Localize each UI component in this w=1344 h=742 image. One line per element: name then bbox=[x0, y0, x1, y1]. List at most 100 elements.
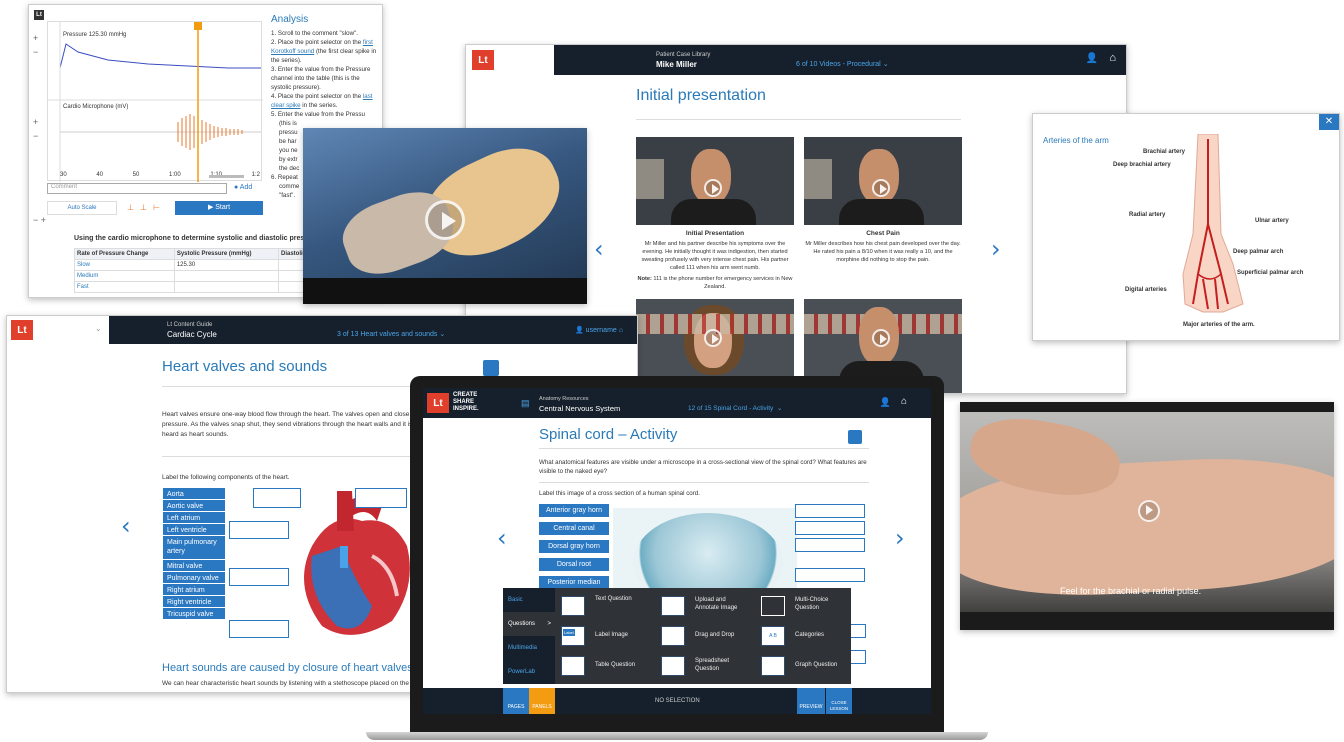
close-icon[interactable]: ✕ bbox=[1319, 114, 1339, 130]
qt-spreadsheet[interactable]: Spreadsheet Question bbox=[661, 654, 757, 680]
qt-graph-question[interactable]: Graph Question bbox=[761, 654, 851, 680]
drop-box[interactable] bbox=[795, 538, 865, 552]
user-menu[interactable]: 👤 username ⌂ bbox=[575, 326, 623, 334]
book-icon: ▤ bbox=[521, 398, 530, 408]
table-input[interactable] bbox=[173, 281, 280, 293]
artery-label: Digital arteries bbox=[1125, 287, 1167, 293]
editor-footer: PAGES PANELS NO SELECTION PREVIEW CLOSE … bbox=[423, 688, 931, 714]
prev-arrow[interactable]: ‹ bbox=[497, 524, 507, 552]
play-icon[interactable] bbox=[1138, 500, 1160, 522]
drag-label[interactable]: Aortic valve bbox=[163, 500, 225, 512]
video-thumb-2[interactable] bbox=[804, 137, 962, 225]
autoscale-button[interactable]: Auto Scale bbox=[47, 201, 117, 215]
drop-box[interactable] bbox=[795, 568, 865, 582]
start-button[interactable]: ▶ Start bbox=[175, 201, 263, 215]
drop-box[interactable] bbox=[795, 521, 865, 535]
qt-multi-choice[interactable]: Multi-Choice Question bbox=[761, 594, 851, 620]
panels-button[interactable]: PANELS bbox=[529, 688, 555, 714]
close-lesson-button[interactable]: CLOSE LESSON bbox=[826, 688, 852, 714]
video-text-2: Mr Miller describes how his chest pain d… bbox=[805, 241, 961, 263]
drag-label[interactable]: Dorsal root bbox=[539, 558, 609, 572]
play-icon[interactable] bbox=[872, 329, 890, 347]
section-label: Central Nervous System bbox=[539, 404, 621, 413]
comment-input[interactable]: Comment bbox=[47, 183, 227, 194]
video-thumb-1[interactable] bbox=[636, 137, 794, 225]
add-comment-button[interactable]: ● Add bbox=[234, 184, 252, 191]
drop-box[interactable] bbox=[795, 504, 865, 518]
drag-label[interactable]: Central canal bbox=[539, 522, 609, 536]
drag-label[interactable]: Mitral valve bbox=[163, 560, 225, 572]
drag-label[interactable]: Anterior gray horn bbox=[539, 504, 609, 518]
drag-label[interactable]: Left atrium bbox=[163, 512, 225, 524]
lesson-tab[interactable]: 3 of 13 Heart valves and sounds ⌄ bbox=[337, 330, 445, 338]
home-icon[interactable]: ⌂ bbox=[1109, 52, 1116, 64]
drag-label[interactable]: Right atrium bbox=[163, 584, 225, 596]
drag-label[interactable]: Pulmonary valve bbox=[163, 572, 225, 584]
selector-icons[interactable]: ⊥⊥⊢ bbox=[119, 201, 174, 215]
table-header: Systolic Pressure (mmHg) bbox=[173, 248, 280, 260]
home-icon[interactable]: ⌂ bbox=[901, 396, 907, 407]
drag-label[interactable]: Tricuspid valve bbox=[163, 608, 225, 620]
menu-multimedia[interactable]: Multimedia bbox=[503, 636, 555, 660]
drag-label[interactable]: Main pulmonary artery bbox=[163, 536, 225, 560]
text-question-icon bbox=[561, 596, 585, 616]
scroll-thumb[interactable] bbox=[209, 175, 244, 178]
edit-icon[interactable] bbox=[483, 360, 499, 376]
qt-drag-drop[interactable]: Drag and Drop bbox=[661, 624, 757, 650]
qt-upload-annotate[interactable]: Upload and Annotate Image bbox=[661, 594, 757, 620]
divider bbox=[539, 482, 869, 483]
prev-arrow[interactable]: ‹ bbox=[121, 512, 131, 540]
menu-questions[interactable]: Questions > bbox=[503, 612, 555, 636]
drop-box[interactable] bbox=[229, 568, 289, 586]
qt-table-question[interactable]: Table Question bbox=[561, 654, 657, 680]
menu-powerlab[interactable]: PowerLab bbox=[503, 660, 555, 684]
next-arrow[interactable]: › bbox=[991, 235, 1001, 263]
instruction: Label the following components of the he… bbox=[162, 474, 290, 481]
drop-box[interactable] bbox=[229, 620, 289, 638]
pages-button[interactable]: PAGES bbox=[503, 688, 529, 714]
drag-label[interactable]: Right ventricle bbox=[163, 596, 225, 608]
drop-box[interactable] bbox=[229, 521, 289, 539]
table-question-icon bbox=[561, 656, 585, 676]
zoom-controls[interactable]: + − + − − + bbox=[33, 31, 46, 227]
next-arrow[interactable]: › bbox=[895, 524, 905, 552]
collapse-chevron[interactable]: ⌄ bbox=[95, 324, 102, 333]
videos-tab[interactable]: 6 of 10 Videos - Procedural ⌄ bbox=[796, 60, 889, 68]
drop-box[interactable] bbox=[355, 488, 407, 508]
multi-choice-icon bbox=[761, 596, 785, 616]
pulse-video[interactable]: Feel for the brachial or radial pulse. bbox=[960, 402, 1334, 630]
qt-label-image[interactable]: Label Label Image bbox=[561, 624, 657, 650]
subheading: Heart sounds are caused by closure of he… bbox=[162, 662, 413, 674]
qt-text-question[interactable]: Text Question bbox=[561, 594, 657, 620]
page-title: Initial presentation bbox=[636, 87, 766, 104]
drag-label[interactable]: Left ventricle bbox=[163, 524, 225, 536]
play-icon[interactable] bbox=[872, 179, 890, 197]
prev-arrow[interactable]: ‹ bbox=[594, 235, 604, 263]
arteries-panel: Arteries of the arm ✕ Brachial artery De… bbox=[1032, 113, 1340, 341]
qt-categories[interactable]: A B Categories bbox=[761, 624, 851, 650]
drop-box[interactable] bbox=[253, 488, 301, 508]
menu-basic[interactable]: Basic bbox=[503, 588, 555, 612]
divider bbox=[539, 448, 869, 449]
step-3: 3. Enter the value from the Pressure cha… bbox=[271, 66, 371, 91]
play-icon[interactable] bbox=[704, 329, 722, 347]
selection-status: NO SELECTION bbox=[655, 698, 700, 704]
drag-label[interactable]: Dorsal gray horn bbox=[539, 540, 609, 554]
user-icon[interactable]: 👤 bbox=[1086, 53, 1098, 64]
drag-label[interactable]: Aorta bbox=[163, 488, 225, 500]
edit-icon[interactable] bbox=[848, 430, 862, 444]
graph-question-icon bbox=[761, 656, 785, 676]
play-icon[interactable] bbox=[425, 200, 465, 240]
surgery-video[interactable] bbox=[303, 128, 587, 304]
preview-button[interactable]: PREVIEW bbox=[797, 688, 825, 714]
brand-text: CREATE SHARE INSPIRE. bbox=[453, 392, 479, 412]
activity-tab[interactable]: 12 of 15 Spinal Cord - Activity ⌄ bbox=[688, 404, 782, 412]
resources-label: Anatomy Resources bbox=[539, 396, 589, 402]
user-icon[interactable]: 👤 bbox=[880, 397, 891, 408]
spinal-image bbox=[613, 508, 797, 598]
table-input[interactable]: 125.30 bbox=[173, 259, 280, 271]
play-icon[interactable] bbox=[704, 179, 722, 197]
table-input[interactable] bbox=[173, 270, 280, 282]
cardio-label: Cardio Microphone (mV) bbox=[63, 104, 129, 110]
lt-logo: Lt bbox=[427, 393, 449, 413]
